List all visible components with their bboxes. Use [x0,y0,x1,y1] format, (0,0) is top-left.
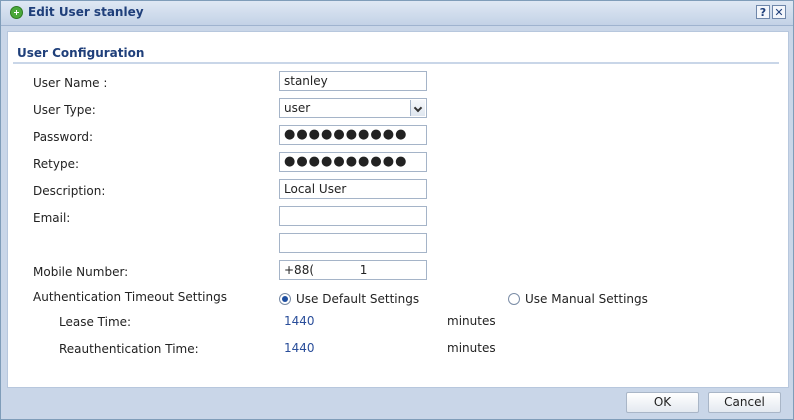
email-input-2[interactable] [279,233,427,253]
description-input[interactable]: Local User [279,179,427,199]
default-settings-radio[interactable] [279,293,291,305]
cancel-button[interactable]: Cancel [708,392,781,413]
dialog-titlebar: Edit User stanley ? ✕ [1,1,793,26]
user-type-label: User Type: [33,103,96,117]
lease-time-label: Lease Time: [59,315,132,329]
retype-label: Retype: [33,157,80,171]
mobile-number-input[interactable]: +88( 1 [279,260,427,280]
dialog-title: Edit User stanley [28,5,144,19]
user-name-label: User Name : [33,76,108,90]
email-label: Email: [33,211,71,225]
email-input-1[interactable] [279,206,427,226]
lease-time-unit: minutes [447,314,496,328]
help-button[interactable]: ? [756,5,770,19]
password-input[interactable]: ●●●●●●●●●● [279,125,427,145]
reauth-time-unit: minutes [447,341,496,355]
user-type-select[interactable]: user [279,98,427,118]
manual-settings-radio[interactable] [508,293,520,305]
close-button[interactable]: ✕ [772,5,786,19]
section-title: User Configuration [17,46,145,60]
lease-time-value: 1440 [284,314,315,328]
add-circle-icon [10,6,23,19]
user-type-selected-value: user [284,101,311,115]
password-label: Password: [33,130,94,144]
default-settings-label[interactable]: Use Default Settings [296,292,419,306]
user-name-input[interactable]: stanley [279,71,427,91]
auth-timeout-label: Authentication Timeout Settings [33,290,227,304]
chevron-down-icon[interactable] [410,100,425,116]
reauth-time-label: Reauthentication Time: [59,342,199,356]
mobile-number-label: Mobile Number: [33,265,129,279]
section-divider [13,62,779,64]
reauth-time-value: 1440 [284,341,315,355]
description-label: Description: [33,184,106,198]
manual-settings-label[interactable]: Use Manual Settings [525,292,648,306]
ok-button[interactable]: OK [626,392,699,413]
retype-password-input[interactable]: ●●●●●●●●●● [279,152,427,172]
edit-user-dialog: Edit User stanley ? ✕ User Configuration… [0,0,794,420]
